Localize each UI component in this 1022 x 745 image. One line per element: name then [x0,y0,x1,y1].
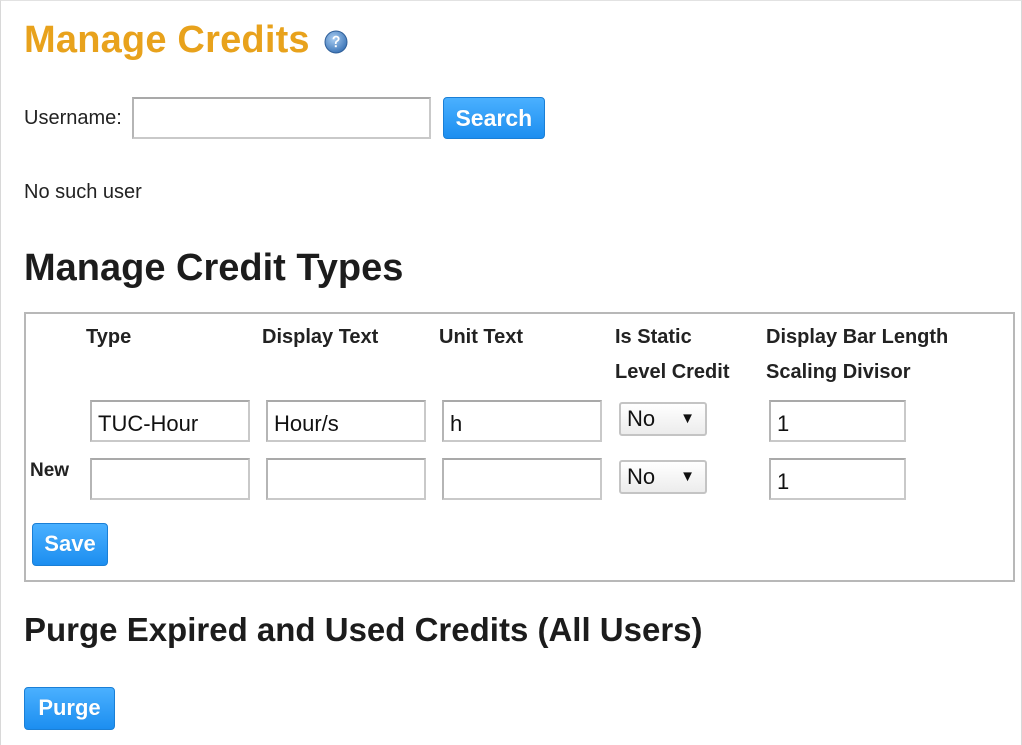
new-type-input[interactable] [90,458,250,500]
dropdown-arrow-icon: ▼ [680,410,695,427]
credit-types-title: Manage Credit Types [24,247,404,289]
search-button[interactable]: Search [442,97,545,139]
username-input[interactable] [131,97,431,139]
manage-credits-page: Manage Credits Username: Search No such … [0,0,1022,745]
save-button[interactable]: Save [32,523,108,566]
new-scaling-divisor-input[interactable] [769,458,906,500]
new-unit-text-input[interactable] [442,458,602,500]
type-input[interactable] [90,400,250,442]
new-is-static-value: No [627,464,656,489]
status-message: No such user [24,181,142,203]
column-header-scaling-divisor: Display Bar Length Scaling Divisor [766,326,949,383]
purge-section-title: Purge Expired and Used Credits (All User… [24,611,703,648]
new-display-text-input[interactable] [266,458,426,500]
unit-text-input[interactable] [442,400,602,442]
scaling-divisor-input[interactable] [769,400,906,442]
page-title: Manage Credits [24,19,310,61]
new-row-label: New [30,460,70,481]
credit-types-panel: Type Display Text Unit Text Is Static Le… [24,312,1015,582]
purge-button[interactable]: Purge [24,687,115,730]
username-label: Username: [24,106,122,129]
question-mark-icon [324,30,348,54]
username-search-form: Username: Search [24,97,545,139]
is-static-value: No [627,406,656,431]
title-row: Manage Credits [24,15,348,65]
column-header-type: Type [86,326,132,348]
is-static-select[interactable]: No ▼ [619,402,707,436]
column-header-unit-text: Unit Text [439,326,524,348]
dropdown-arrow-icon: ▼ [680,468,695,485]
column-header-display-text: Display Text [262,326,379,348]
help-icon[interactable] [324,30,348,54]
display-text-input[interactable] [266,400,426,442]
column-header-is-static: Is Static Level Credit [615,326,730,383]
new-is-static-select[interactable]: No ▼ [619,460,707,494]
